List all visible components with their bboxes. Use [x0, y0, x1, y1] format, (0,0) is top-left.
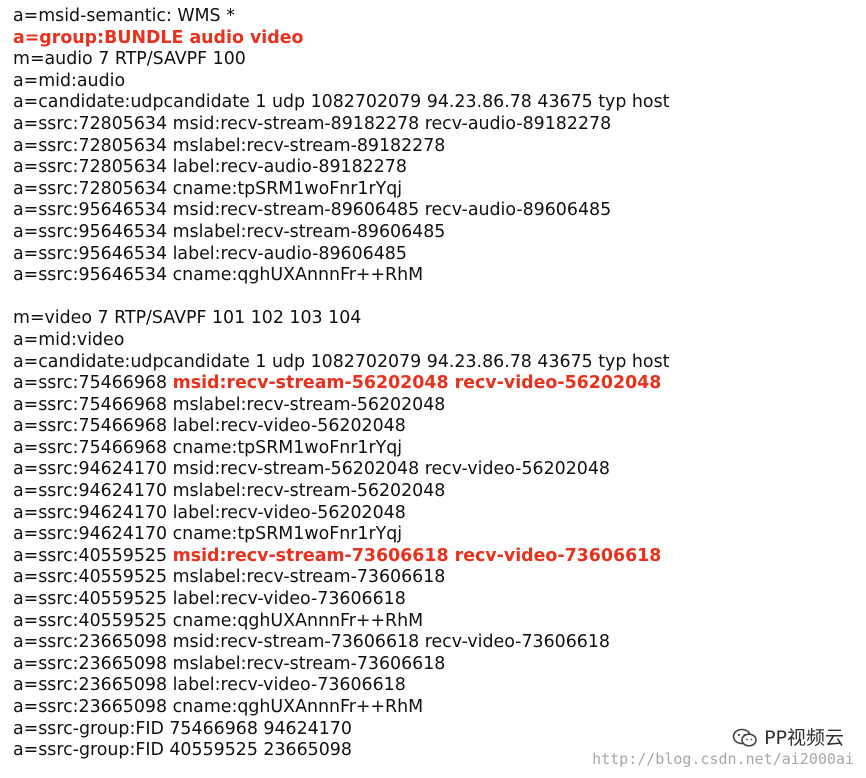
sdp-line: a=ssrc:40559525 label:recv-video-7360661…: [13, 589, 853, 611]
csdn-url-watermark: http://blog.csdn.net/ai2000ai: [592, 750, 854, 768]
sdp-line: a=ssrc:72805634 cname:tpSRM1woFnr1rYqj: [13, 179, 853, 201]
sdp-line: a=ssrc:40559525 cname:qghUXAnnnFr++RhM: [13, 611, 853, 633]
sdp-segment: a=ssrc:72805634 label:recv-audio-8918227…: [13, 157, 407, 178]
sdp-segment: a=ssrc:94624170 msid:recv-stream-5620204…: [13, 459, 610, 480]
sdp-line: a=ssrc:75466968 msid:recv-stream-5620204…: [13, 373, 853, 395]
sdp-line: a=ssrc:23665098 label:recv-video-7360661…: [13, 675, 853, 697]
sdp-line: a=ssrc:23665098 cname:qghUXAnnnFr++RhM: [13, 697, 853, 719]
sdp-line: a=ssrc:75466968 label:recv-video-5620204…: [13, 416, 853, 438]
sdp-segment: m=audio 7 RTP/SAVPF 100: [13, 49, 246, 70]
sdp-line: a=ssrc:40559525 mslabel:recv-stream-7360…: [13, 567, 853, 589]
sdp-segment: a=ssrc:75466968: [13, 373, 173, 394]
sdp-segment: a=ssrc:95646534 label:recv-audio-8960648…: [13, 243, 407, 264]
wechat-icon: [732, 728, 757, 747]
sdp-segment: a=msid-semantic: WMS *: [13, 6, 235, 26]
sdp-text-block: a=msid-semantic: WMS * a=group:BUNDLE aud…: [13, 6, 853, 762]
sdp-segment: a=ssrc:72805634 msid:recv-stream-8918227…: [13, 113, 612, 134]
sdp-highlight-segment: a=group:BUNDLE audio video: [13, 27, 304, 48]
sdp-segment: a=candidate:udpcandidate 1 udp 108270207…: [13, 92, 670, 113]
sdp-segment: a=ssrc:72805634 mslabel:recv-stream-8918…: [13, 135, 446, 156]
sdp-segment: a=ssrc-group:FID 75466968 94624170: [13, 718, 352, 739]
sdp-segment: a=ssrc:23665098 mslabel:recv-stream-7360…: [13, 653, 446, 674]
sdp-segment: a=ssrc:75466968 mslabel:recv-stream-5620…: [13, 394, 446, 415]
sdp-highlight-segment: msid:recv-stream-73606618 recv-video-736…: [172, 545, 662, 566]
sdp-line: a=ssrc:72805634 mslabel:recv-stream-8918…: [13, 136, 853, 158]
sdp-line: a=mid:video: [13, 330, 853, 352]
sdp-line: a=msid-semantic: WMS *: [13, 6, 853, 28]
sdp-segment: a=ssrc:23665098 msid:recv-stream-7360661…: [13, 632, 610, 653]
sdp-line: a=ssrc:95646534 msid:recv-stream-8960648…: [13, 200, 853, 222]
sdp-line: a=ssrc:23665098 mslabel:recv-stream-7360…: [13, 654, 853, 676]
sdp-line: a=ssrc:95646534 mslabel:recv-stream-8960…: [13, 222, 853, 244]
sdp-segment: a=ssrc-group:FID 40559525 23665098: [13, 740, 352, 761]
sdp-segment: a=ssrc:72805634 cname:tpSRM1woFnr1rYqj: [13, 178, 403, 199]
sdp-blank-line: [13, 287, 853, 309]
sdp-line: a=candidate:udpcandidate 1 udp 108270207…: [13, 352, 853, 374]
sdp-segment: a=ssrc:75466968 label:recv-video-5620204…: [13, 416, 406, 437]
sdp-segment: a=ssrc:94624170 mslabel:recv-stream-5620…: [13, 481, 446, 502]
watermark-label: PP视频云: [764, 727, 844, 749]
sdp-segment: a=ssrc:23665098 label:recv-video-7360661…: [13, 675, 406, 696]
sdp-segment: a=candidate:udpcandidate 1 udp 108270207…: [13, 351, 670, 372]
sdp-line: a=ssrc:94624170 mslabel:recv-stream-5620…: [13, 481, 853, 503]
sdp-segment: a=ssrc:23665098 cname:qghUXAnnnFr++RhM: [13, 697, 424, 717]
sdp-line: a=ssrc:75466968 mslabel:recv-stream-5620…: [13, 395, 853, 417]
sdp-line: a=ssrc:23665098 msid:recv-stream-7360661…: [13, 632, 853, 654]
sdp-line: a=ssrc:72805634 msid:recv-stream-8918227…: [13, 114, 853, 136]
sdp-segment: a=ssrc:94624170 cname:tpSRM1woFnr1rYqj: [13, 524, 403, 545]
sdp-line: m=audio 7 RTP/SAVPF 100: [13, 49, 853, 71]
sdp-line: m=video 7 RTP/SAVPF 101 102 103 104: [13, 308, 853, 330]
sdp-segment: a=mid:video: [13, 329, 125, 350]
sdp-segment: a=mid:audio: [13, 70, 126, 91]
watermark: PP视频云: [732, 727, 844, 749]
sdp-segment: a=ssrc:40559525 label:recv-video-7360661…: [13, 589, 406, 610]
sdp-segment: a=ssrc:40559525: [13, 545, 173, 566]
sdp-line: a=ssrc:40559525 msid:recv-stream-7360661…: [13, 546, 853, 568]
sdp-segment: a=ssrc:40559525 mslabel:recv-stream-7360…: [13, 567, 446, 588]
sdp-line: a=ssrc:72805634 label:recv-audio-8918227…: [13, 157, 853, 179]
sdp-line: a=ssrc:75466968 cname:tpSRM1woFnr1rYqj: [13, 438, 853, 460]
sdp-line: a=mid:audio: [13, 71, 853, 93]
sdp-line: a=ssrc:94624170 label:recv-video-5620204…: [13, 503, 853, 525]
sdp-segment: a=ssrc:75466968 cname:tpSRM1woFnr1rYqj: [13, 437, 403, 458]
sdp-segment: a=ssrc:94624170 label:recv-video-5620204…: [13, 502, 406, 523]
sdp-segment: a=ssrc:40559525 cname:qghUXAnnnFr++RhM: [13, 610, 424, 631]
sdp-segment: a=ssrc:95646534 mslabel:recv-stream-8960…: [13, 221, 446, 242]
sdp-highlight-segment: msid:recv-stream-56202048 recv-video-562…: [172, 373, 662, 394]
sdp-line: a=ssrc:94624170 cname:tpSRM1woFnr1rYqj: [13, 524, 853, 546]
sdp-line: a=candidate:udpcandidate 1 udp 108270207…: [13, 92, 853, 114]
sdp-segment: a=ssrc:95646534 msid:recv-stream-8960648…: [13, 200, 612, 221]
sdp-line: a=ssrc:94624170 msid:recv-stream-5620204…: [13, 459, 853, 481]
sdp-segment: a=ssrc:95646534 cname:qghUXAnnnFr++RhM: [13, 265, 424, 286]
sdp-segment: m=video 7 RTP/SAVPF 101 102 103 104: [13, 308, 362, 329]
sdp-line: a=ssrc:95646534 cname:qghUXAnnnFr++RhM: [13, 265, 853, 287]
sdp-line: a=ssrc-group:FID 75466968 94624170: [13, 719, 853, 741]
sdp-line: a=group:BUNDLE audio video: [13, 28, 853, 50]
sdp-line: a=ssrc:95646534 label:recv-audio-8960648…: [13, 244, 853, 266]
